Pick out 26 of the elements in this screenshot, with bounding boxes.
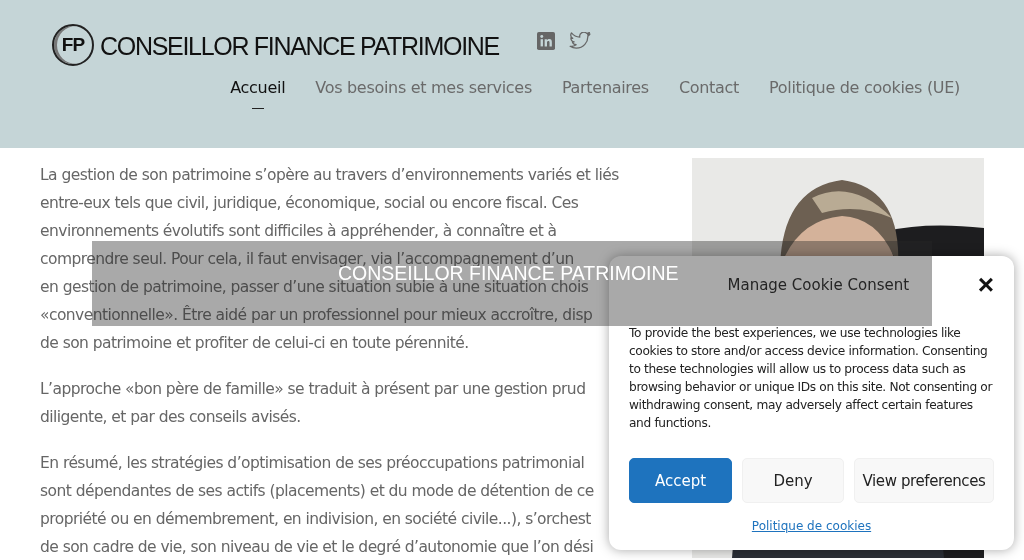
twitter-icon[interactable] bbox=[568, 32, 591, 50]
nav-link[interactable]: Politique de cookies (UE) bbox=[769, 78, 960, 111]
text-line: L’approche «bon père de famille» se traduit à présent par une gestion prud bbox=[40, 379, 587, 400]
dialog-text: To provide the best experiences, we use technologies like cookies to store and/or access device information. Consenting to these technologies will allow us to process data such as browsing behavior or unique IDs on this site. Not consenting or withdrawing consent, may adversely affect certain features and functions. bbox=[629, 325, 994, 432]
text-line: environnements évolutifs sont difficiles à appréhender, à connaître et à bbox=[40, 221, 558, 242]
text-line: de son patrimoine et profiter de celui-ci en toute pérennité. bbox=[40, 333, 470, 354]
linkedin-icon[interactable] bbox=[536, 32, 555, 50]
dialog-button[interactable]: Deny bbox=[742, 458, 844, 503]
text-line: entre-eux tels que civil, juridique, économique, social ou encore fiscal. Ces bbox=[40, 193, 580, 214]
accept-button[interactable]: Accept bbox=[629, 458, 732, 503]
dialog-title: Manage Cookie Consent bbox=[726, 276, 911, 294]
text-line: propriété ou en démembrement, en indivision, en société civile...), s’orchest bbox=[40, 509, 592, 530]
dialog-button[interactable]: View preferences bbox=[854, 458, 994, 503]
text-line: sont dépendantes de ses actifs (placements) et du mode de détention de ce bbox=[40, 481, 595, 502]
text-line: La gestion de son patrimoine s’opère au travers d’environnements variés et liés bbox=[40, 165, 619, 186]
text-line: diligente, et par des conseils avisés. bbox=[40, 407, 302, 428]
site-title[interactable]: CONSEILLOR FINANCE PATRIMOINE bbox=[100, 31, 499, 61]
nav-link[interactable]: Accueil bbox=[230, 78, 286, 111]
close-button[interactable]: × bbox=[977, 273, 994, 297]
text-line: En résumé, les stratégies d’optimisation de ses préoccupations patrimonial bbox=[40, 453, 586, 474]
nav-link[interactable]: Vos besoins et mes services bbox=[315, 78, 532, 111]
text-line: de son cadre de vie, son niveau de vie et le degré d’autonomie que l’on dési bbox=[40, 537, 595, 558]
nav-link[interactable]: Partenaires bbox=[561, 78, 649, 111]
nav-link[interactable]: Contact bbox=[678, 78, 740, 111]
logo-mark[interactable]: FP bbox=[52, 24, 94, 66]
cookie-policy-link[interactable]: Politique de cookies bbox=[751, 519, 872, 533]
